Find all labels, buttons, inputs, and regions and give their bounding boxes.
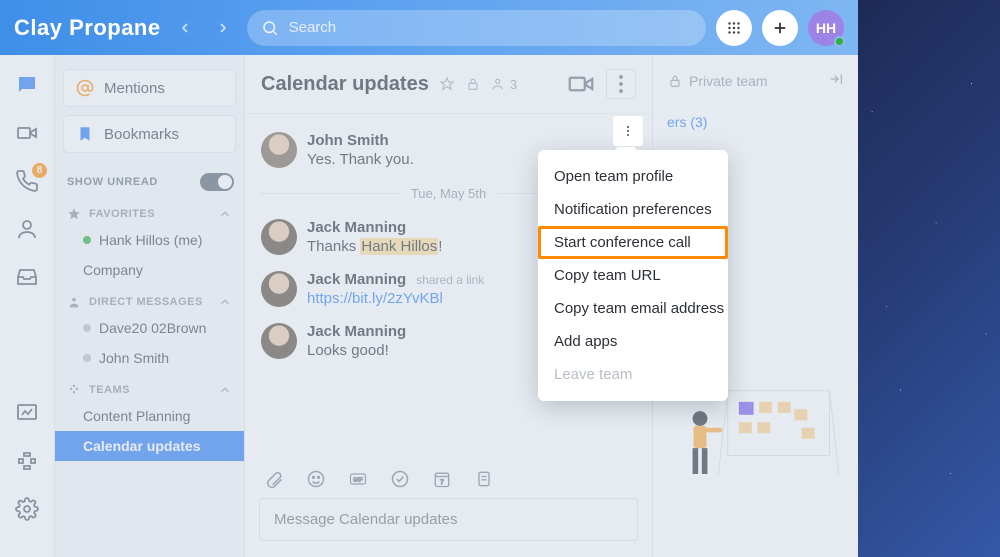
more-actions-button[interactable]	[606, 69, 636, 99]
menu-open-team-profile[interactable]: Open team profile	[538, 160, 728, 193]
composer-input-wrap[interactable]	[259, 498, 638, 541]
note-button[interactable]	[473, 468, 495, 490]
message-link[interactable]: https://bit.ly/2zYvKBl	[307, 290, 443, 307]
gif-button[interactable]: GIF	[347, 468, 369, 490]
avatar[interactable]	[261, 219, 297, 255]
emoji-button[interactable]	[305, 468, 327, 490]
message-author: Jack Manning	[307, 271, 406, 288]
mention[interactable]: Hank Hillos	[360, 238, 438, 255]
app-header: Clay Propane HH	[0, 0, 858, 55]
team-actions-menu: Open team profile Notification preferenc…	[538, 150, 728, 401]
sidebar-mentions[interactable]: Mentions	[63, 69, 236, 107]
star-icon	[67, 207, 81, 221]
dm-item[interactable]: John Smith	[55, 343, 244, 373]
message-author: Jack Manning	[307, 323, 406, 340]
sidebar-bookmarks[interactable]: Bookmarks	[63, 115, 236, 153]
private-team-label: Private team	[689, 73, 768, 89]
presence-dot	[83, 354, 91, 362]
avatar[interactable]	[261, 323, 297, 359]
attach-button[interactable]	[263, 468, 285, 490]
nav-forward-button[interactable]	[209, 14, 237, 42]
message-meta: shared a link	[416, 273, 484, 287]
avatar-initials: HH	[816, 20, 836, 36]
menu-add-apps[interactable]: Add apps	[538, 325, 728, 358]
lock-icon	[465, 76, 481, 92]
global-search[interactable]	[247, 10, 706, 46]
chevron-up-icon	[218, 207, 232, 221]
member-count[interactable]: 3	[491, 76, 517, 92]
dialpad-button[interactable]	[716, 10, 752, 46]
brand-name: Clay Propane	[14, 15, 161, 41]
avatar[interactable]	[261, 132, 297, 168]
chat-title: Calendar updates	[261, 73, 429, 96]
chat-header: Calendar updates 3	[245, 55, 652, 114]
chevron-up-icon	[218, 295, 232, 309]
presence-dot	[83, 324, 91, 332]
message-author: Jack Manning	[307, 219, 406, 236]
favorite-item[interactable]: Hank Hillos (me)	[55, 225, 244, 255]
at-icon	[76, 79, 94, 97]
rail-contacts[interactable]	[14, 217, 40, 241]
dm-header[interactable]: DIRECT MESSAGES	[55, 285, 244, 313]
team-item-selected[interactable]: Calendar updates	[55, 431, 244, 461]
rail-analytics[interactable]	[14, 401, 40, 425]
avatar[interactable]	[261, 271, 297, 307]
menu-notification-preferences[interactable]: Notification preferences	[538, 193, 728, 226]
rail-video[interactable]	[14, 121, 40, 145]
menu-start-conference-call[interactable]: Start conference call	[538, 226, 728, 259]
show-unread-toggle[interactable]	[200, 173, 234, 191]
lock-icon	[667, 73, 683, 89]
phone-badge: 8	[32, 163, 47, 178]
bookmark-icon	[76, 125, 94, 143]
nav-back-button[interactable]	[171, 14, 199, 42]
message-author: John Smith	[307, 132, 389, 149]
rail-inbox[interactable]	[14, 265, 40, 289]
person-icon	[67, 295, 81, 309]
members-link[interactable]: ers (3)	[667, 114, 844, 130]
show-unread-label: SHOW UNREAD	[67, 176, 158, 188]
rail-apps[interactable]	[14, 449, 40, 473]
bookmarks-label: Bookmarks	[104, 126, 179, 143]
start-video-button[interactable]	[566, 69, 596, 99]
favorite-item[interactable]: Company	[55, 255, 244, 285]
composer: GIF 7	[245, 454, 652, 557]
nav-rail: 8	[0, 55, 55, 557]
menu-leave-team[interactable]: Leave team	[538, 358, 728, 391]
presence-dot	[834, 36, 845, 47]
search-input[interactable]	[289, 19, 692, 36]
rail-settings[interactable]	[14, 497, 40, 521]
chevron-up-icon	[218, 383, 232, 397]
calendar-button[interactable]: 7	[431, 468, 453, 490]
teams-icon	[67, 383, 81, 397]
dm-item[interactable]: Dave20 02Brown	[55, 313, 244, 343]
team-item[interactable]: Content Planning	[55, 401, 244, 431]
new-button[interactable]	[762, 10, 798, 46]
more-actions-button-active[interactable]	[612, 115, 644, 147]
current-user-avatar[interactable]: HH	[808, 10, 844, 46]
collapse-panel-button[interactable]	[828, 71, 844, 90]
menu-copy-team-email[interactable]: Copy team email address	[538, 292, 728, 325]
composer-input[interactable]	[274, 511, 623, 528]
svg-text:7: 7	[440, 479, 444, 486]
sidebar: Mentions Bookmarks SHOW UNREAD FAVORITES…	[55, 55, 245, 557]
task-button[interactable]	[389, 468, 411, 490]
svg-text:GIF: GIF	[353, 478, 363, 484]
mentions-label: Mentions	[104, 80, 165, 97]
favorite-toggle[interactable]	[439, 76, 455, 92]
rail-phone[interactable]: 8	[14, 169, 40, 193]
presence-dot	[83, 236, 91, 244]
teams-header[interactable]: TEAMS	[55, 373, 244, 401]
search-icon	[261, 19, 279, 37]
favorites-header[interactable]: FAVORITES	[55, 197, 244, 225]
desktop-background	[858, 0, 1000, 557]
rail-messages[interactable]	[14, 73, 40, 97]
menu-copy-team-url[interactable]: Copy team URL	[538, 259, 728, 292]
